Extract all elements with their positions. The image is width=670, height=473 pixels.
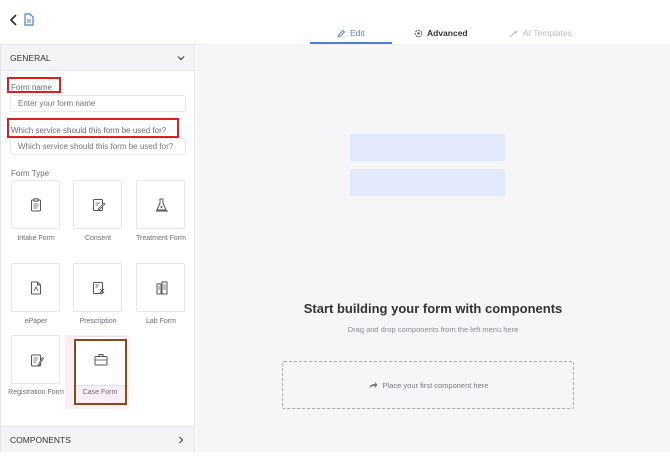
components-section-header[interactable]: COMPONENTS [1, 426, 194, 452]
form-type-label-lab: Lab Form [146, 318, 176, 325]
drop-zone-text: Place your first component here [382, 380, 489, 390]
sparkle-icon [509, 29, 519, 37]
form-type-card-prescription[interactable] [73, 263, 122, 312]
form-type-label-prescription: Prescription [79, 318, 117, 325]
form-type-label-treatment: Treatment Form [136, 235, 186, 242]
tab-ai-templates[interactable]: AI Templates [509, 26, 572, 40]
chevron-down-icon [177, 56, 185, 61]
placeholder-block-2 [350, 169, 505, 196]
lab-icon [156, 281, 168, 295]
tab-advanced[interactable]: Advanced [414, 26, 468, 40]
general-section-header[interactable]: GENERAL [1, 45, 194, 71]
form-name-input[interactable] [10, 95, 186, 112]
pencil-icon [337, 29, 346, 38]
components-section-title: COMPONENTS [10, 435, 71, 445]
sidebar: GENERAL Form name Which service should t… [0, 44, 195, 452]
form-name-highlight [7, 77, 61, 93]
drop-zone[interactable]: Place your first component here [282, 361, 574, 409]
prescription-icon [93, 282, 105, 294]
form-type-card-registration[interactable] [11, 335, 60, 384]
form-type-label-registration: Registration Form [8, 389, 64, 396]
canvas-subheading: Drag and drop components from the left m… [347, 325, 519, 334]
tab-edit[interactable]: Edit [337, 26, 365, 40]
registration-icon [31, 354, 44, 367]
form-canvas[interactable]: Start building your form with components… [196, 45, 670, 452]
form-type-card-consent[interactable] [73, 180, 122, 229]
share-arrow-icon [368, 382, 378, 388]
clipboard-icon [31, 198, 41, 212]
top-bar: Edit Advanced AI Templates [0, 0, 670, 44]
form-type-card-epaper[interactable] [11, 263, 60, 312]
gear-icon [414, 29, 423, 37]
chevron-right-icon [179, 436, 184, 444]
epaper-icon [31, 281, 41, 295]
bottom-strip [0, 452, 670, 473]
case-form-highlight [74, 339, 127, 405]
form-type-card-treatment[interactable] [136, 180, 185, 229]
document-icon[interactable] [24, 13, 34, 26]
back-arrow-icon[interactable] [9, 13, 19, 27]
form-type-label: Form Type [11, 169, 50, 178]
placeholder-block-1 [350, 134, 505, 161]
canvas-heading: Start building your form with components [303, 301, 563, 316]
tab-ai-templates-label: AI Templates [523, 28, 572, 38]
form-type-label-consent: Consent [84, 235, 112, 242]
service-input[interactable] [10, 138, 186, 155]
form-type-card-lab[interactable] [136, 263, 185, 312]
tab-edit-label: Edit [350, 28, 365, 38]
service-highlight [7, 118, 179, 138]
form-type-card-intake[interactable] [11, 180, 60, 229]
treatment-icon [156, 198, 168, 212]
general-section-title: GENERAL [10, 53, 51, 63]
signature-icon [93, 199, 106, 211]
tab-advanced-label: Advanced [427, 28, 468, 38]
